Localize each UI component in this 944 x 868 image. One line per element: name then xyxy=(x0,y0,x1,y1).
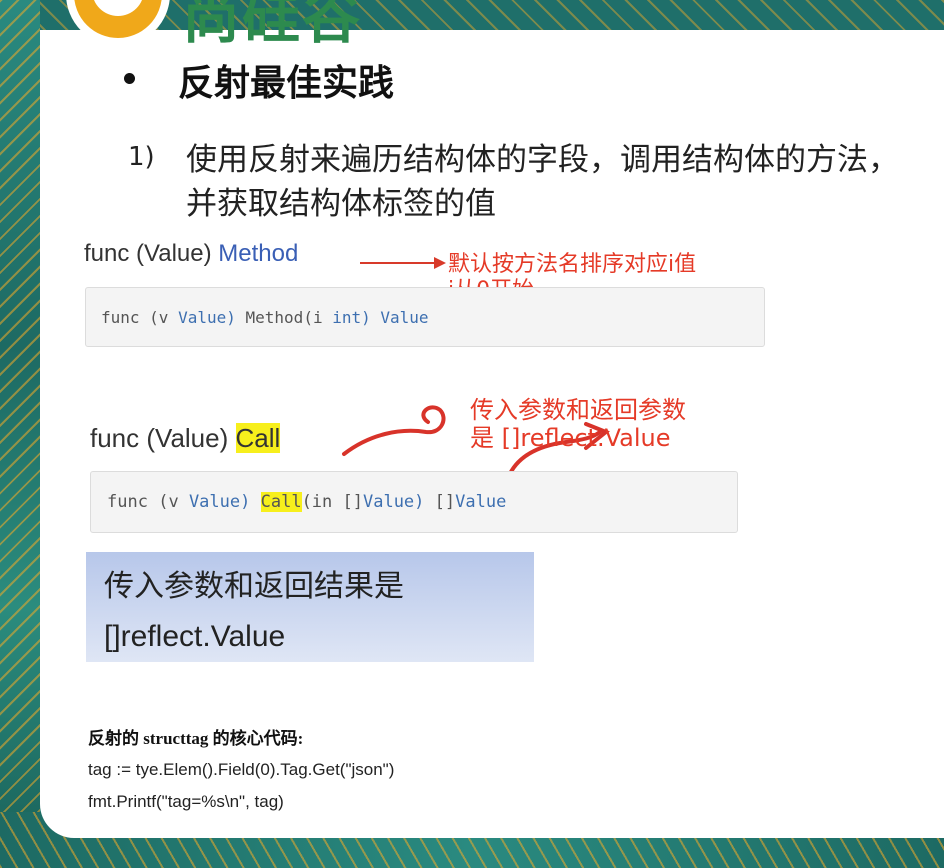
code-param-type: Value) xyxy=(362,492,425,512)
call-code-block: func (v Value) Call(in []Value) []Value xyxy=(90,471,738,533)
core-code-line2: fmt.Printf("tag=%s\n", tag) xyxy=(88,792,284,811)
method-signature-name: Method xyxy=(218,240,299,267)
method-signature: func (Value) Method xyxy=(84,240,298,268)
code-params: (in [] xyxy=(301,492,363,512)
code-method-name: Method(i xyxy=(245,308,323,327)
code-recv-open: (v xyxy=(158,492,179,512)
code-param-type: int) xyxy=(332,308,371,327)
method-annotation-line1: 默认按方法名排序对应i值 xyxy=(448,252,697,277)
call-annotation-line1: 传入参数和返回参数 xyxy=(470,396,686,424)
core-code-title: 反射的 structtag 的核心代码: xyxy=(88,729,304,748)
call-signature-name: Call xyxy=(235,423,281,453)
method-code-block: func (v Value) Method(i int) Value xyxy=(85,287,765,347)
item-description: 使用反射来遍历结构体的字段，调用结构体的方法，并获取结构体标签的值 xyxy=(186,142,899,222)
callout-line2: []reflect.Value xyxy=(104,620,286,653)
code-recv-open: (v xyxy=(149,308,169,327)
code-return-type: Value xyxy=(380,308,429,327)
code-recv-type: Value) xyxy=(178,308,236,327)
code-return-type: Value xyxy=(455,492,507,512)
code-call-name: Call xyxy=(260,492,302,512)
item-number: 1) xyxy=(128,142,155,172)
code-recv-type: Value) xyxy=(188,492,251,512)
call-annotation: 传入参数和返回参数 是 []reflect.Value xyxy=(470,396,686,452)
call-signature-prefix: func (Value) xyxy=(90,423,229,453)
slide-heading: 反射最佳实践 xyxy=(178,63,395,104)
code-func: func xyxy=(101,308,140,327)
summary-callout: 传入参数和返回结果是 []reflect.Value xyxy=(86,552,534,662)
code-return-open: [] xyxy=(434,492,456,512)
slide-frame-left xyxy=(0,0,40,868)
call-signature: func (Value) Call xyxy=(90,423,281,454)
method-signature-prefix: func (Value) xyxy=(84,240,212,267)
logo-text: 尚硅谷 xyxy=(182,0,363,51)
bullet-dot-icon xyxy=(124,73,135,84)
call-annotation-line2: 是 []reflect.Value xyxy=(470,424,671,452)
callout-line1: 传入参数和返回结果是 xyxy=(104,569,404,604)
core-code-line1: tag := tye.Elem().Field(0).Tag.Get("json… xyxy=(88,760,395,779)
annotation-arrow-icon xyxy=(434,257,446,269)
code-func: func xyxy=(107,492,148,512)
annotation-arrow-line xyxy=(360,262,436,264)
